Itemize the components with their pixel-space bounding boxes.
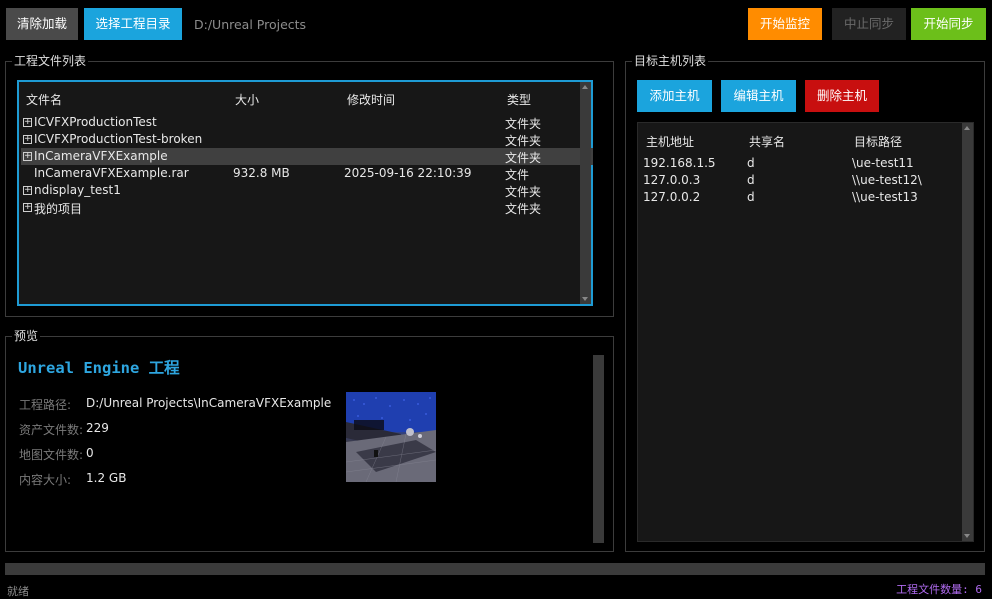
target-hosts-title: 目标主机列表 bbox=[632, 54, 709, 68]
expand-icon[interactable]: + bbox=[23, 186, 32, 195]
file-name: InCameraVFXExample bbox=[34, 149, 168, 163]
add-host-button[interactable]: 添加主机 bbox=[637, 80, 712, 112]
preview-group: 预览 Unreal Engine 工程 工程路径: D:/Unreal Proj… bbox=[5, 329, 614, 552]
sync-progress-bar bbox=[5, 563, 985, 575]
map-count-value: 0 bbox=[86, 446, 94, 460]
project-path-label: 工程路径: bbox=[19, 398, 72, 412]
preview-heading: Unreal Engine 工程 bbox=[18, 359, 180, 377]
host-target: \\ue-test12\ bbox=[852, 173, 922, 187]
file-row[interactable]: InCameraVFXExample.rar 932.8 MB 2025-09-16… bbox=[21, 165, 593, 182]
col-header-type[interactable]: 类型 bbox=[507, 91, 531, 108]
col-header-name[interactable]: 文件名 bbox=[26, 91, 62, 108]
expand-icon[interactable]: + bbox=[23, 118, 32, 127]
select-project-dir-button[interactable]: 选择工程目录 bbox=[84, 8, 182, 40]
project-files-title: 工程文件列表 bbox=[12, 54, 89, 68]
host-target: \ue-test11 bbox=[852, 156, 914, 170]
file-type: 文件夹 bbox=[505, 151, 542, 165]
file-row[interactable]: + ndisplay_test1 文件夹 bbox=[21, 182, 593, 199]
start-monitor-button[interactable]: 开始监控 bbox=[748, 8, 822, 40]
edit-host-button[interactable]: 编辑主机 bbox=[721, 80, 796, 112]
host-row[interactable]: 127.0.0.2 d \\ue-test13 bbox=[638, 190, 958, 207]
asset-count-value: 229 bbox=[86, 421, 109, 435]
start-sync-button[interactable]: 开始同步 bbox=[911, 8, 986, 40]
content-size-value: 1.2 GB bbox=[86, 471, 127, 485]
col-header-share[interactable]: 共享名 bbox=[749, 133, 785, 150]
host-address: 127.0.0.3 bbox=[643, 173, 701, 187]
file-name: ICVFXProductionTest-broken bbox=[34, 132, 203, 146]
col-header-mtime[interactable]: 修改时间 bbox=[347, 91, 395, 108]
file-type: 文件夹 bbox=[505, 134, 542, 148]
file-name: 我的项目 bbox=[34, 202, 83, 216]
hosts-scrollbar[interactable] bbox=[962, 123, 973, 541]
host-address: 127.0.0.2 bbox=[643, 190, 701, 204]
file-size: 932.8 MB bbox=[233, 166, 290, 180]
project-thumbnail bbox=[346, 392, 436, 482]
expand-icon[interactable]: + bbox=[23, 203, 32, 212]
host-share: d bbox=[747, 173, 755, 187]
clear-loaded-button[interactable]: 清除加载 bbox=[6, 8, 78, 40]
file-row[interactable]: + 我的项目 文件夹 bbox=[21, 199, 593, 216]
host-share: d bbox=[747, 190, 755, 204]
expand-icon[interactable]: + bbox=[23, 135, 32, 144]
scroll-down-icon[interactable] bbox=[582, 297, 588, 301]
file-row[interactable]: + ICVFXProductionTest-broken 文件夹 bbox=[21, 131, 593, 148]
host-share: d bbox=[747, 156, 755, 170]
file-type: 文件 bbox=[505, 168, 530, 182]
project-file-count: 工程文件数量: 6 bbox=[896, 583, 982, 596]
stop-sync-button[interactable]: 中止同步 bbox=[832, 8, 906, 40]
file-row[interactable]: + ICVFXProductionTest 文件夹 bbox=[21, 114, 593, 131]
host-row[interactable]: 127.0.0.3 d \\ue-test12\ bbox=[638, 173, 958, 190]
project-path-label: D:/Unreal Projects bbox=[194, 17, 307, 32]
scroll-up-icon[interactable] bbox=[582, 85, 588, 89]
status-text: 就绪 bbox=[7, 585, 29, 598]
file-mtime: 2025-09-16 22:10:39 bbox=[344, 166, 472, 180]
col-header-size[interactable]: 大小 bbox=[235, 91, 259, 108]
preview-group-title: 预览 bbox=[12, 329, 41, 343]
col-header-address[interactable]: 主机地址 bbox=[646, 133, 694, 150]
col-header-target[interactable]: 目标路径 bbox=[854, 133, 902, 150]
preview-scrollbar[interactable] bbox=[593, 355, 604, 543]
scroll-up-icon[interactable] bbox=[964, 126, 970, 130]
hosts-table[interactable]: 主机地址 共享名 目标路径 192.168.1.5 d \ue-test11 127.… bbox=[637, 122, 974, 542]
map-count-label: 地图文件数: bbox=[19, 448, 84, 462]
file-type: 文件夹 bbox=[505, 117, 542, 131]
file-type: 文件夹 bbox=[505, 185, 542, 199]
host-address: 192.168.1.5 bbox=[643, 156, 716, 170]
file-row[interactable]: + InCameraVFXExample 文件夹 bbox=[21, 148, 593, 165]
file-type: 文件夹 bbox=[505, 202, 542, 216]
asset-count-label: 资产文件数: bbox=[19, 423, 84, 437]
thumbnail-image bbox=[346, 392, 436, 482]
file-name: ICVFXProductionTest bbox=[34, 115, 157, 129]
host-target: \\ue-test13 bbox=[852, 190, 918, 204]
project-files-group: 工程文件列表 文件名 大小 修改时间 类型 + ICVFXProductionTe… bbox=[5, 54, 614, 317]
files-scrollbar[interactable] bbox=[580, 82, 591, 304]
file-name: InCameraVFXExample.rar bbox=[34, 166, 189, 180]
project-path-value: D:/Unreal Projects\InCameraVFXExample bbox=[86, 396, 332, 410]
scroll-down-icon[interactable] bbox=[964, 534, 970, 538]
content-size-label: 内容大小: bbox=[19, 473, 72, 487]
host-row[interactable]: 192.168.1.5 d \ue-test11 bbox=[638, 156, 958, 173]
delete-host-button[interactable]: 删除主机 bbox=[805, 80, 879, 112]
project-files-tree[interactable]: 文件名 大小 修改时间 类型 + ICVFXProductionTest 文件夹 + I… bbox=[17, 80, 593, 306]
target-hosts-group: 目标主机列表 添加主机 编辑主机 删除主机 主机地址 共享名 目标路径 192.… bbox=[625, 54, 985, 552]
file-name: ndisplay_test1 bbox=[34, 183, 121, 197]
expand-icon[interactable]: + bbox=[23, 152, 32, 161]
